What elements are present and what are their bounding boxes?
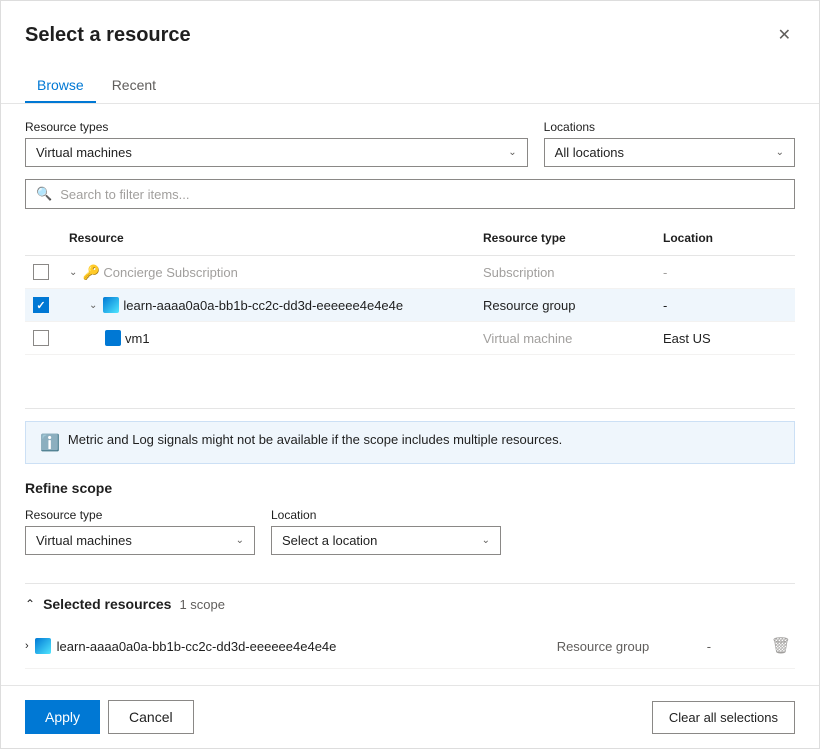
selected-resource-type: Resource group — [557, 639, 707, 654]
locations-chevron-icon: ⌄ — [776, 147, 784, 158]
row-checkbox[interactable] — [33, 297, 49, 313]
tab-bar: Browse Recent — [1, 57, 819, 104]
th-resource: Resource — [61, 225, 475, 251]
selected-resources-chevron-icon: ⌃ — [25, 597, 35, 611]
refine-resource-type-dropdown[interactable]: Virtual machines ⌄ — [25, 526, 255, 555]
selected-resource-name: › learn-aaaa0a0a-bb1b-cc2c-dd3d-eeeeee4e… — [25, 638, 557, 654]
refine-resource-type-label: Resource type — [25, 508, 255, 522]
row-type-cell: Subscription — [475, 257, 655, 288]
search-input[interactable] — [60, 187, 784, 202]
row-type-cell: Virtual machine — [475, 323, 655, 354]
select-resource-dialog: Select a resource ✕ Browse Recent Resour… — [0, 0, 820, 749]
refine-resource-type-value: Virtual machines — [36, 533, 132, 548]
row-location-cell: - — [655, 290, 795, 321]
row-name-cell: ⌄ 🔑 Concierge Subscription — [61, 256, 475, 288]
expand-icon[interactable]: ⌄ — [89, 300, 97, 311]
locations-label: Locations — [544, 120, 795, 134]
table-header: Resource Resource type Location — [25, 221, 795, 256]
filters-row: Resource types Virtual machines ⌄ Locati… — [25, 120, 795, 167]
refine-location-chevron-icon: ⌄ — [482, 535, 490, 546]
info-banner: ℹ️ Metric and Log signals might not be a… — [25, 421, 795, 464]
info-text: Metric and Log signals might not be avai… — [68, 432, 562, 447]
refine-row: Resource type Virtual machines ⌄ Locatio… — [25, 508, 795, 555]
tab-recent[interactable]: Recent — [100, 69, 168, 103]
th-resource-type: Resource type — [475, 225, 655, 251]
locations-value: All locations — [555, 145, 624, 160]
delete-resource-icon[interactable]: 🗑 — [767, 632, 795, 660]
expand-icon[interactable]: ⌄ — [69, 267, 77, 278]
tab-browse[interactable]: Browse — [25, 69, 96, 103]
dialog-title: Select a resource — [25, 24, 191, 47]
table-row[interactable]: ⌄ 🔑 Concierge Subscription Subscription … — [25, 256, 795, 289]
row-name: Concierge Subscription — [103, 265, 237, 280]
refine-location-dropdown[interactable]: Select a location ⌄ — [271, 526, 501, 555]
search-box: 🔍 — [25, 179, 795, 209]
refine-scope-section: Refine scope Resource type Virtual machi… — [25, 480, 795, 571]
row-location-cell: - — [655, 257, 795, 288]
resource-group-icon — [103, 297, 119, 313]
selected-resource-location: - — [707, 639, 767, 654]
row-type-cell: Resource group — [475, 290, 655, 321]
table-row[interactable]: vm1 Virtual machine East US — [25, 322, 795, 355]
resource-type-dropdown[interactable]: Virtual machines ⌄ — [25, 138, 528, 167]
selected-count-badge: 1 scope — [179, 597, 225, 612]
search-icon: 🔍 — [36, 186, 52, 202]
expand-chevron-icon: › — [25, 640, 29, 652]
close-button[interactable]: ✕ — [774, 21, 795, 49]
locations-filter: Locations All locations ⌄ — [544, 120, 795, 167]
selected-resources-header[interactable]: ⌃ Selected resources 1 scope — [25, 596, 795, 612]
vm-icon — [105, 330, 121, 346]
row-name: vm1 — [125, 331, 150, 346]
row-location-cell: East US — [655, 323, 795, 354]
resource-table: Resource Resource type Location ⌄ 🔑 Conc… — [25, 221, 795, 355]
refine-location-placeholder: Select a location — [282, 533, 377, 548]
resource-type-value: Virtual machines — [36, 145, 132, 160]
row-name: learn-aaaa0a0a-bb1b-cc2c-dd3d-eeeeee4e4e… — [123, 298, 403, 313]
locations-dropdown[interactable]: All locations ⌄ — [544, 138, 795, 167]
refine-resource-type-chevron-icon: ⌄ — [236, 535, 244, 546]
refine-resource-type-group: Resource type Virtual machines ⌄ — [25, 508, 255, 555]
cancel-button[interactable]: Cancel — [108, 700, 194, 734]
dialog-header: Select a resource ✕ — [1, 1, 819, 49]
row-checkbox-cell — [25, 256, 61, 288]
info-icon: ℹ️ — [40, 433, 60, 453]
refine-scope-title: Refine scope — [25, 480, 795, 496]
resource-type-chevron-icon: ⌄ — [508, 147, 516, 158]
refine-location-label: Location — [271, 508, 501, 522]
selected-resource-name-text: learn-aaaa0a0a-bb1b-cc2c-dd3d-eeeeee4e4e… — [57, 639, 337, 654]
row-checkbox[interactable] — [33, 264, 49, 280]
selected-resources-title: Selected resources — [43, 596, 171, 612]
selected-rg-icon — [35, 638, 51, 654]
row-checkbox-cell — [25, 322, 61, 354]
apply-button[interactable]: Apply — [25, 700, 100, 734]
divider-2 — [25, 583, 795, 584]
resource-type-filter: Resource types Virtual machines ⌄ — [25, 120, 528, 167]
row-name-cell: vm1 — [61, 322, 475, 354]
table-row[interactable]: ⌄ learn-aaaa0a0a-bb1b-cc2c-dd3d-eeeeee4e… — [25, 289, 795, 322]
dialog-body: Resource types Virtual machines ⌄ Locati… — [1, 104, 819, 685]
row-checkbox-cell — [25, 289, 61, 321]
selected-resource-row: › learn-aaaa0a0a-bb1b-cc2c-dd3d-eeeeee4e… — [25, 624, 795, 669]
th-location: Location — [655, 225, 795, 251]
clear-all-button[interactable]: Clear all selections — [652, 701, 795, 734]
divider-1 — [25, 408, 795, 409]
row-checkbox[interactable] — [33, 330, 49, 346]
resource-type-label: Resource types — [25, 120, 528, 134]
th-checkbox — [25, 225, 61, 251]
selected-resources-section: ⌃ Selected resources 1 scope › learn-aaa… — [25, 596, 795, 669]
row-name-cell: ⌄ learn-aaaa0a0a-bb1b-cc2c-dd3d-eeeeee4e… — [61, 289, 475, 321]
dialog-footer: Apply Cancel Clear all selections — [1, 685, 819, 748]
footer-left: Apply Cancel — [25, 700, 194, 734]
refine-location-group: Location Select a location ⌄ — [271, 508, 501, 555]
subscription-icon: 🔑 — [83, 264, 99, 280]
